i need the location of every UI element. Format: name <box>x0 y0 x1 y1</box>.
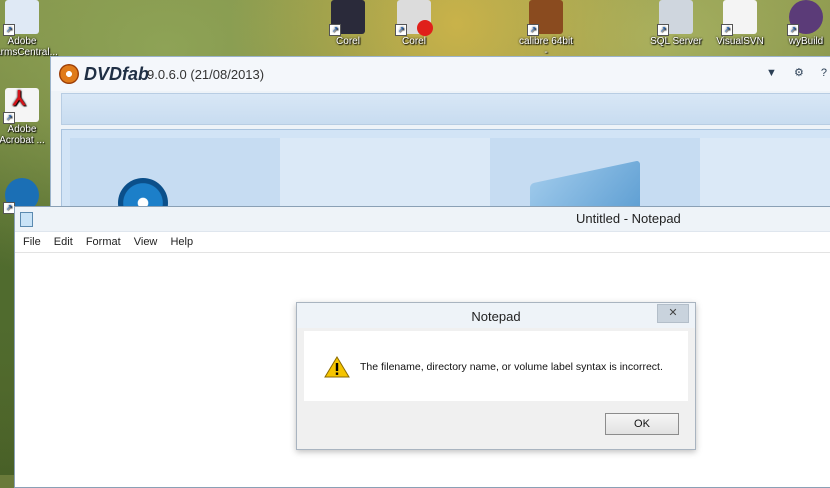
sql-server-icon: ↗ <box>657 0 693 36</box>
close-button[interactable]: ✕ <box>657 304 689 323</box>
desktop-icon-calibre[interactable]: ↗ calibre 64bit - <box>518 0 574 58</box>
visualsvn-icon: ↗ <box>721 0 757 36</box>
menu-help[interactable]: Help <box>170 232 193 252</box>
corel-screencap-icon: ↗ <box>395 0 433 36</box>
desktop-icon-corel-screencap[interactable]: ↗ Corel <box>386 0 442 47</box>
error-dialog[interactable]: Notepad ✕ The filename, directory name, … <box>296 302 696 450</box>
notepad-title: Untitled - Notepad <box>576 211 681 226</box>
desktop-icon-adobe-acrobat[interactable]: ⅄ ↗ Adobe Acrobat ... <box>0 88 50 146</box>
desktop-icon-label: SQL Server <box>650 36 702 47</box>
wybuild-icon: ↗ <box>787 0 823 36</box>
desktop-icon-label: Adobe ArmsCentral... <box>0 36 58 58</box>
corel-videostudio-icon: ↗ <box>329 0 365 36</box>
adobe-arms-icon: ↗ <box>3 0 39 36</box>
dialog-title: Notepad <box>471 309 521 324</box>
notepad-menubar: File Edit Format View Help <box>15 232 830 253</box>
desktop-icon-wybuild[interactable]: ↗ wyBuild <box>778 0 830 47</box>
adobe-acrobat-icon: ⅄ ↗ <box>3 88 39 124</box>
dvdfab-toolbar <box>61 93 830 125</box>
dvdfab-window[interactable]: DVDfab 9.0.6.0 (21/08/2013) ▼ ⚙ ? <box>50 56 830 234</box>
menu-format[interactable]: Format <box>86 232 121 252</box>
dvdfab-title-controls: ▼ ⚙ ? <box>752 66 827 79</box>
dialog-message: The filename, directory name, or volume … <box>360 361 663 373</box>
dropdown-icon[interactable]: ▼ <box>766 67 777 79</box>
dvdfab-titlebar[interactable]: DVDfab 9.0.6.0 (21/08/2013) ▼ ⚙ ? <box>51 57 830 91</box>
desktop-icon-label: wyBuild <box>788 36 824 47</box>
desktop-icon-visualsvn[interactable]: ↗ VisualSVN <box>712 0 768 47</box>
calibre-icon: ↗ <box>527 0 563 36</box>
desktop-icon-sql-server[interactable]: ↗ SQL Server <box>648 0 704 47</box>
notepad-icon <box>20 212 33 227</box>
desktop-icon-label: VisualSVN <box>716 36 764 47</box>
desktop-icon-label: calibre 64bit - <box>519 36 573 58</box>
dvdfab-brand: DVDfab <box>84 64 150 84</box>
dvdfab-logo-icon <box>59 64 79 84</box>
warning-icon <box>324 356 350 378</box>
desktop-icon-label: Corel <box>402 36 426 47</box>
ok-button[interactable]: OK <box>605 413 679 435</box>
help-icon[interactable]: ? <box>821 67 827 79</box>
menu-file[interactable]: File <box>23 232 41 252</box>
dialog-footer: OK <box>297 401 695 449</box>
desktop-icon-label: Adobe Acrobat ... <box>0 124 45 146</box>
notepad-titlebar[interactable]: Untitled - Notepad <box>15 207 830 232</box>
dialog-body: The filename, directory name, or volume … <box>304 331 688 401</box>
menu-edit[interactable]: Edit <box>54 232 73 252</box>
desktop-icon-label: Corel <box>336 36 360 47</box>
desktop-icon-corel-videostudio[interactable]: ↗ Corel <box>320 0 376 47</box>
desktop-icon-adobe-arms[interactable]: ↗ Adobe ArmsCentral... <box>0 0 58 58</box>
menu-view[interactable]: View <box>134 232 158 252</box>
dialog-titlebar[interactable]: Notepad ✕ <box>297 303 695 328</box>
gear-icon[interactable]: ⚙ <box>794 67 804 79</box>
dvdfab-version: 9.0.6.0 (21/08/2013) <box>147 67 265 82</box>
